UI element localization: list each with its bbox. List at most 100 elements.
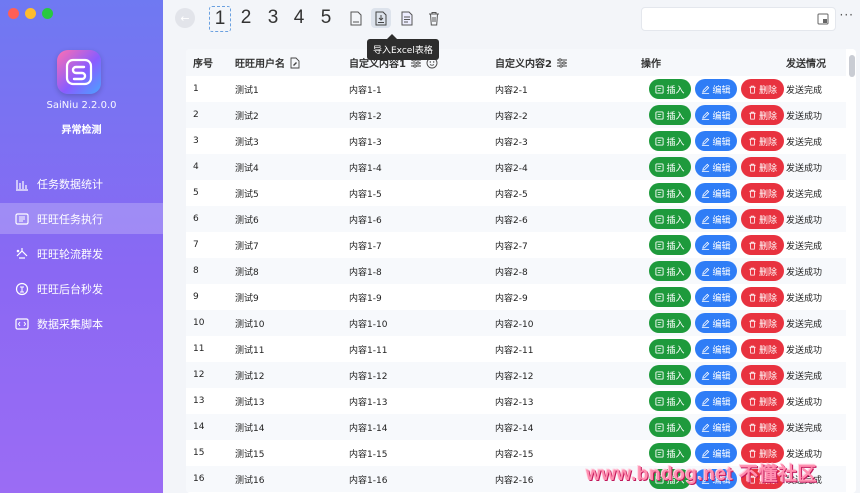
edit-column-icon[interactable] (289, 57, 301, 69)
sidebar-item-broadcast[interactable]: 旺旺轮流群发 (0, 238, 163, 269)
sidebar-item-task-exec[interactable]: 旺旺任务执行 (0, 203, 163, 234)
edit-label: 编辑 (712, 319, 731, 330)
delete-button[interactable]: 删除 (741, 261, 784, 281)
cell-index: 11 (193, 344, 205, 354)
edit-button[interactable]: 编辑 (695, 287, 737, 307)
delete-button[interactable]: 删除 (741, 105, 784, 125)
cell-custom1: 内容1-5 (349, 189, 382, 200)
edit-icon (702, 293, 710, 302)
edit-button[interactable]: 编辑 (695, 209, 737, 229)
table-row: 6 测试6 内容1-6 内容2-6 插入 编辑 删除 发送成功 (186, 206, 846, 232)
delete-button[interactable]: 删除 (741, 287, 784, 307)
minimize-window-button[interactable] (25, 8, 36, 19)
more-options-button[interactable]: ··· (840, 8, 854, 22)
window-controls (8, 8, 53, 19)
delete-button[interactable]: 删除 (741, 131, 784, 151)
maximize-window-button[interactable] (42, 8, 53, 19)
edit-button[interactable]: 编辑 (695, 79, 737, 99)
edit-button[interactable]: 编辑 (695, 339, 737, 359)
edit-button[interactable]: 编辑 (695, 105, 737, 125)
delete-button[interactable]: 删除 (741, 391, 784, 411)
table-row: 9 测试9 内容1-9 内容2-9 插入 编辑 删除 发送成功 (186, 284, 846, 310)
insert-button[interactable]: 插入 (649, 131, 691, 151)
cell-custom1: 内容1-3 (349, 137, 382, 148)
insert-button[interactable]: 插入 (649, 79, 691, 99)
edit-button[interactable]: 编辑 (695, 157, 737, 177)
delete-button[interactable]: 删除 (741, 157, 784, 177)
cell-username: 测试2 (235, 111, 259, 122)
delete-button[interactable]: 删除 (741, 235, 784, 255)
insert-button[interactable]: 插入 (649, 417, 691, 437)
delete-label: 删除 (758, 241, 777, 252)
import-excel-button[interactable] (371, 8, 391, 28)
settings-sliders-icon[interactable] (556, 57, 568, 69)
cell-custom2: 内容2-14 (495, 423, 534, 434)
edit-label: 编辑 (712, 111, 731, 122)
insert-label: 插入 (666, 111, 685, 122)
insert-button[interactable]: 插入 (649, 261, 691, 281)
edit-button[interactable]: 编辑 (695, 261, 737, 281)
tab-number-1[interactable]: 1 (209, 6, 231, 32)
edit-button[interactable]: 编辑 (695, 131, 737, 151)
delete-button[interactable]: 删除 (741, 183, 784, 203)
insert-icon (655, 422, 665, 432)
table-scrollbar[interactable] (846, 49, 856, 493)
edit-icon (702, 449, 710, 458)
cell-status: 发送完成 (786, 423, 823, 434)
delete-button[interactable]: 删除 (741, 417, 784, 437)
delete-button[interactable]: 删除 (741, 339, 784, 359)
tab-number-2[interactable]: 2 (236, 6, 256, 30)
edit-button[interactable]: 编辑 (695, 235, 737, 255)
edit-button[interactable]: 编辑 (695, 365, 737, 385)
insert-button[interactable]: 插入 (649, 313, 691, 333)
insert-label: 插入 (666, 423, 685, 434)
back-button[interactable]: ← (175, 8, 195, 28)
sidebar-item-data-script[interactable]: 数据采集脚本 (0, 308, 163, 339)
sidebar-item-task-stats[interactable]: 任务数据统计 (0, 168, 163, 199)
delete-button[interactable]: 删除 (741, 79, 784, 99)
insert-button[interactable]: 插入 (649, 339, 691, 359)
scroll-thumb[interactable] (849, 55, 855, 77)
close-window-button[interactable] (8, 8, 19, 19)
insert-button[interactable]: 插入 (649, 209, 691, 229)
cell-custom1: 内容1-13 (349, 397, 388, 408)
csv-file-icon (350, 11, 362, 25)
col-actions: 操作 (641, 49, 661, 76)
search-input[interactable] (641, 7, 836, 31)
insert-button[interactable]: 插入 (649, 157, 691, 177)
edit-button[interactable]: 编辑 (695, 183, 737, 203)
sidebar-item-background-send[interactable]: 旺旺后台秒发 (0, 273, 163, 304)
insert-button[interactable]: 插入 (649, 183, 691, 203)
cell-status: 发送完成 (786, 189, 823, 200)
bar-chart-icon (16, 179, 28, 191)
insert-button[interactable]: 插入 (649, 287, 691, 307)
insert-button[interactable]: 插入 (649, 365, 691, 385)
insert-button[interactable]: 插入 (649, 105, 691, 125)
cell-custom2: 内容2-6 (495, 215, 528, 226)
cell-custom1: 内容1-7 (349, 241, 382, 252)
cell-username: 测试4 (235, 163, 259, 174)
cell-custom1: 内容1-16 (349, 475, 388, 486)
export-file-button[interactable] (397, 8, 417, 28)
delete-button[interactable]: 删除 (741, 365, 784, 385)
edit-button[interactable]: 编辑 (695, 313, 737, 333)
edit-icon (702, 215, 710, 224)
csv-button[interactable] (346, 8, 366, 28)
delete-button[interactable]: 删除 (741, 209, 784, 229)
tab-number-4[interactable]: 4 (289, 6, 309, 30)
insert-button[interactable]: 插入 (649, 235, 691, 255)
edit-button[interactable]: 编辑 (695, 417, 737, 437)
insert-label: 插入 (666, 163, 685, 174)
insert-button[interactable]: 插入 (649, 391, 691, 411)
cell-username: 测试16 (235, 475, 265, 486)
delete-button[interactable]: 删除 (741, 313, 784, 333)
edit-button[interactable]: 编辑 (695, 391, 737, 411)
tab-number-5[interactable]: 5 (316, 6, 336, 30)
tab-number-3[interactable]: 3 (263, 6, 283, 30)
delete-all-button[interactable] (424, 8, 444, 28)
col-status: 发送情况 (786, 49, 826, 76)
insert-label: 插入 (666, 241, 685, 252)
cell-status: 发送成功 (786, 345, 823, 356)
delete-label: 删除 (758, 85, 777, 96)
cell-username: 测试6 (235, 215, 259, 226)
